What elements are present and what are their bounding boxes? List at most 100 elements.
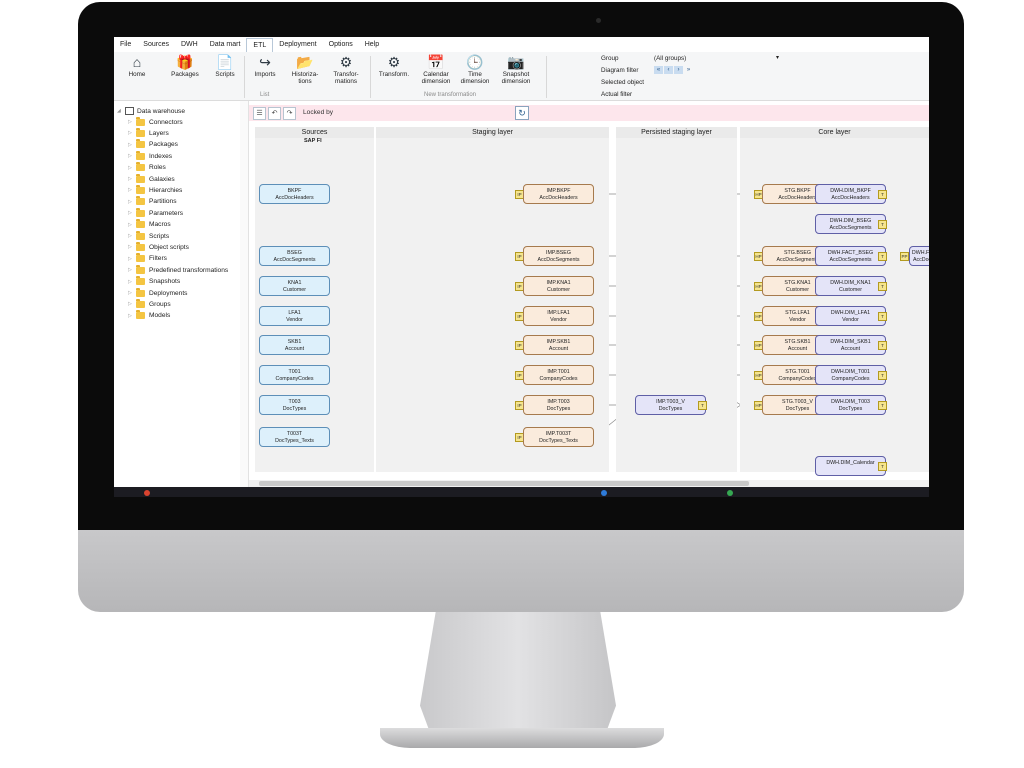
ribbon-button-5[interactable]: ⚙ Transfor-mations (328, 54, 364, 85)
expand-icon[interactable]: ▷ (128, 244, 136, 250)
expand-icon[interactable]: ▷ (128, 233, 136, 239)
staging-node[interactable]: IMP.BSEG AccDocSegments (523, 246, 594, 266)
tree-item[interactable]: ▷ Models (128, 310, 170, 321)
tree-item[interactable]: ▷ Partitions (128, 196, 177, 207)
menu-dwh[interactable]: DWH (175, 37, 204, 52)
tree-item[interactable]: ▷ Layers (128, 127, 169, 138)
collapse-icon[interactable]: ◢ (117, 108, 125, 114)
tree-item[interactable]: ▷ Indexes (128, 150, 172, 161)
core-node[interactable]: DWH.DIM_BKPF AccDocHeaders (815, 184, 886, 204)
ribbon-button-9[interactable]: 📷 Snapshot dimension (496, 54, 536, 85)
ribbon-button-0[interactable]: ⌂ Home (120, 54, 154, 78)
source-node[interactable]: KNA1 Customer (259, 276, 330, 296)
menu-data-mart[interactable]: Data mart (204, 37, 247, 52)
tree-item[interactable]: ▷ Scripts (128, 230, 169, 241)
tree-item[interactable]: ▷ Object scripts (128, 241, 189, 252)
list-view-icon[interactable]: ☰ (253, 107, 266, 120)
source-node[interactable]: BKPF AccDocHeaders (259, 184, 330, 204)
tree-item[interactable]: ▷ Deployments (128, 287, 187, 298)
core-node[interactable]: DWH.DIM_LFA1 Vendor (815, 306, 886, 326)
expand-icon[interactable]: ▷ (128, 187, 136, 193)
tree-item[interactable]: ▷ Filters (128, 253, 167, 264)
expand-icon[interactable]: ▷ (128, 210, 136, 216)
mart-node[interactable]: DWH.FACT_BAccDocSegm (909, 246, 929, 266)
staging-node[interactable]: IMP.SKB1 Account (523, 335, 594, 355)
ribbon-button-1[interactable]: 🎁 Packages (166, 54, 204, 78)
staging-node[interactable]: IMP.T001 CompanyCodes (523, 365, 594, 385)
menu-file[interactable]: File (114, 37, 137, 52)
core-node[interactable]: DWH.DIM_KNA1 Customer (815, 276, 886, 296)
staging-node[interactable]: IMP.KNA1 Customer (523, 276, 594, 296)
menu-etl[interactable]: ETL (246, 37, 274, 52)
menu-help[interactable]: Help (359, 37, 385, 52)
expand-icon[interactable]: ▷ (128, 290, 136, 296)
taskbar-app-icon[interactable] (144, 490, 150, 496)
source-node[interactable]: T001 CompanyCodes (259, 365, 330, 385)
diagram-scrollbar[interactable] (249, 480, 929, 487)
expand-icon[interactable]: ▷ (128, 267, 136, 273)
ribbon-button-6[interactable]: ⚙ Transform. (376, 54, 412, 78)
tree-item[interactable]: ▷ Macros (128, 219, 171, 230)
expand-icon[interactable]: ▷ (128, 199, 136, 205)
ribbon-button-4[interactable]: 📂 Historiza-tions (286, 54, 324, 85)
expand-icon[interactable]: ▷ (128, 119, 136, 125)
expand-icon[interactable]: ▷ (128, 279, 136, 285)
ribbon-button-8[interactable]: 🕒 Time dimension (456, 54, 494, 85)
tree-root[interactable]: ◢ Data warehouse (117, 106, 185, 116)
scroll-thumb[interactable] (259, 481, 749, 486)
imports-icon: ↪ (259, 54, 271, 70)
core-node[interactable]: DWH.DIM_SKB1 Account (815, 335, 886, 355)
ribbon-button-2[interactable]: 📄 Scripts (210, 54, 240, 78)
menu-deployment[interactable]: Deployment (273, 37, 322, 52)
redo-icon[interactable]: ↷ (283, 107, 296, 120)
taskbar-app-icon[interactable] (727, 490, 733, 496)
tree-item[interactable]: ▷ Roles (128, 162, 166, 173)
expand-icon[interactable]: ▷ (128, 176, 136, 182)
staging-node[interactable]: IMP.T003 DocTypes (523, 395, 594, 415)
core-node[interactable]: DWH.DIM_Calendar (815, 456, 886, 476)
core-node[interactable]: DWH.DIM_T001 CompanyCodes (815, 365, 886, 385)
source-node[interactable]: SKB1 Account (259, 335, 330, 355)
menu-sources[interactable]: Sources (137, 37, 175, 52)
staging-node[interactable]: IMP.BKPF AccDocHeaders (523, 184, 594, 204)
tree-item[interactable]: ▷ Predefined transformations (128, 264, 228, 275)
tree-scrollbar[interactable] (240, 101, 248, 487)
expand-icon[interactable]: ▷ (128, 165, 136, 171)
source-node[interactable]: BSEG AccDocSegments (259, 246, 330, 266)
undo-icon[interactable]: ↶ (268, 107, 281, 120)
tree-item[interactable]: ▷ Groups (128, 298, 171, 309)
tree-item[interactable]: ▷ Connectors (128, 116, 183, 127)
staging-node[interactable]: IMP.T003T DocTypes_Texts (523, 427, 594, 447)
tree-item[interactable]: ▷ Galaxies (128, 173, 175, 184)
group-select[interactable]: (All groups) (654, 55, 784, 62)
core-node[interactable]: DWH.DIM_T003 DocTypes (815, 395, 886, 415)
chevron-down-icon[interactable]: ▾ (776, 54, 779, 61)
expand-icon[interactable]: ▷ (128, 130, 136, 136)
core-node[interactable]: DWH.DIM_BSEG AccDocSegments (815, 214, 886, 234)
last-icon[interactable]: » (684, 66, 693, 74)
staging-node[interactable]: IMP.LFA1 Vendor (523, 306, 594, 326)
expand-icon[interactable]: ▷ (128, 256, 136, 262)
expand-icon[interactable]: ▷ (128, 313, 136, 319)
taskbar-app-icon[interactable] (601, 490, 607, 496)
refresh-icon[interactable]: ↻ (515, 106, 529, 120)
source-node[interactable]: T003 DocTypes (259, 395, 330, 415)
expand-icon[interactable]: ▷ (128, 222, 136, 228)
next-icon[interactable]: › (674, 66, 683, 74)
expand-icon[interactable]: ▷ (128, 142, 136, 148)
ribbon-button-7[interactable]: 📅 Calendar dimension (416, 54, 456, 85)
tree-item[interactable]: ▷ Parameters (128, 207, 183, 218)
menu-options[interactable]: Options (323, 37, 359, 52)
expand-icon[interactable]: ▷ (128, 301, 136, 307)
first-icon[interactable]: « (654, 66, 663, 74)
tree-item[interactable]: ▷ Snapshots (128, 276, 180, 287)
source-node[interactable]: T003T DocTypes_Texts (259, 427, 330, 447)
staging-join-node[interactable]: IMP.T003_V DocTypes (635, 395, 706, 415)
source-node[interactable]: LFA1 Vendor (259, 306, 330, 326)
prev-icon[interactable]: ‹ (664, 66, 673, 74)
core-node[interactable]: DWH.FACT_BSEG AccDocSegments (815, 246, 886, 266)
tree-item[interactable]: ▷ Packages (128, 139, 178, 150)
ribbon-button-3[interactable]: ↪ Imports (250, 54, 280, 78)
expand-icon[interactable]: ▷ (128, 153, 136, 159)
tree-item[interactable]: ▷ Hierarchies (128, 184, 182, 195)
